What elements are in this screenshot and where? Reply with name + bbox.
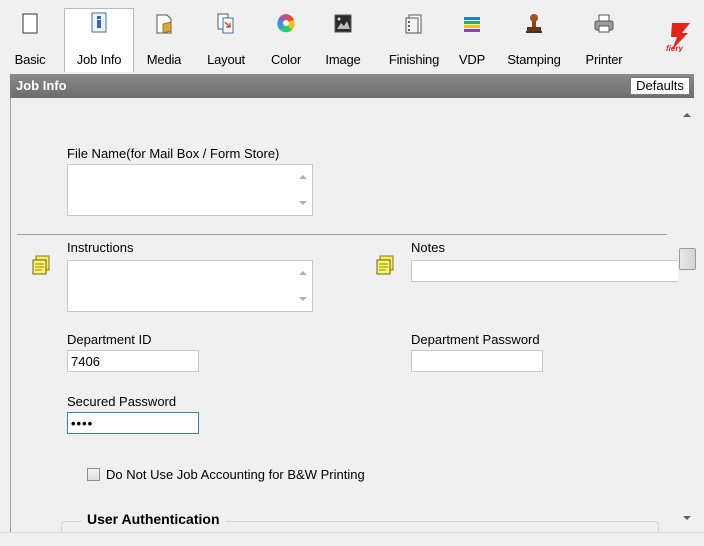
notes-note-icon[interactable] xyxy=(375,255,395,277)
tab-job-info-label: Job Info xyxy=(76,52,122,67)
media-icon xyxy=(156,14,172,34)
file-name-label: File Name(for Mail Box / Form Store) xyxy=(67,146,280,161)
secured-password-label: Secured Password xyxy=(67,394,177,409)
section-header: Job Info Defaults xyxy=(10,74,694,98)
instructions-label: Instructions xyxy=(67,240,134,255)
tab-printer-label: Printer xyxy=(585,52,623,67)
tab-finishing[interactable]: Finishing xyxy=(382,10,446,72)
tab-image-label: Image xyxy=(325,52,361,67)
tab-color-label: Color xyxy=(270,52,302,67)
toolbar: Basic Job Info Media Layout Color Image … xyxy=(0,0,704,72)
instructions-field[interactable] xyxy=(67,260,313,312)
tab-media[interactable]: Media xyxy=(140,10,188,72)
file-name-field[interactable] xyxy=(67,164,313,216)
tab-layout[interactable]: Layout xyxy=(196,10,256,72)
tab-printer[interactable]: Printer xyxy=(576,10,632,72)
tab-finishing-label: Finishing xyxy=(388,52,440,67)
tab-job-info[interactable]: Job Info xyxy=(64,8,134,72)
tab-basic[interactable]: Basic xyxy=(10,10,50,72)
panel-scrollbar[interactable] xyxy=(678,98,696,532)
department-id-field[interactable]: 7406 xyxy=(67,350,199,372)
svg-text:fiery: fiery xyxy=(666,44,683,52)
scroll-up-icon[interactable] xyxy=(299,271,307,275)
job-accounting-checkbox[interactable] xyxy=(87,468,100,481)
tab-stamping-label: Stamping xyxy=(507,52,561,67)
tab-layout-label: Layout xyxy=(207,52,245,67)
department-id-label: Department ID xyxy=(67,332,152,347)
secured-password-field[interactable]: •••• xyxy=(67,412,199,434)
blank-page-icon xyxy=(22,13,38,34)
scroll-up-arrow-icon[interactable] xyxy=(683,113,691,117)
tab-media-label: Media xyxy=(146,52,182,67)
finishing-icon xyxy=(405,14,422,34)
layout-icon xyxy=(217,13,234,34)
notes-field[interactable] xyxy=(411,260,679,282)
bottom-strip xyxy=(0,532,704,546)
file-name-scrollbar[interactable] xyxy=(294,165,312,215)
job-info-icon xyxy=(91,12,107,33)
printer-icon xyxy=(594,14,614,33)
tab-basic-label: Basic xyxy=(14,52,46,67)
tab-vdp-label: VDP xyxy=(458,52,486,67)
tab-vdp[interactable]: VDP xyxy=(452,10,492,72)
color-wheel-icon xyxy=(277,14,295,33)
stamp-icon xyxy=(526,14,542,33)
department-password-field[interactable] xyxy=(411,350,543,372)
department-password-label: Department Password xyxy=(411,332,540,347)
job-accounting-label: Do Not Use Job Accounting for B&W Printi… xyxy=(106,467,365,482)
notes-label: Notes xyxy=(411,240,445,255)
tab-stamping[interactable]: Stamping xyxy=(500,10,568,72)
vdp-icon xyxy=(464,17,480,32)
instructions-note-icon[interactable] xyxy=(31,255,51,277)
image-icon xyxy=(334,14,352,33)
scroll-down-icon[interactable] xyxy=(299,297,307,301)
instructions-scrollbar[interactable] xyxy=(294,261,312,311)
scroll-down-arrow-icon[interactable] xyxy=(683,516,691,520)
user-authentication-title: User Authentication xyxy=(81,511,226,527)
section-title: Job Info xyxy=(16,78,67,93)
defaults-button[interactable]: Defaults xyxy=(630,77,690,95)
section-divider xyxy=(17,234,667,235)
fiery-logo-icon: fiery xyxy=(666,23,690,52)
tab-color[interactable]: Color xyxy=(262,10,310,72)
job-info-panel: File Name(for Mail Box / Form Store) Ins… xyxy=(10,98,694,532)
scroll-down-icon[interactable] xyxy=(299,201,307,205)
scroll-thumb[interactable] xyxy=(679,248,696,270)
scroll-up-icon[interactable] xyxy=(299,175,307,179)
tab-image[interactable]: Image xyxy=(318,10,368,72)
